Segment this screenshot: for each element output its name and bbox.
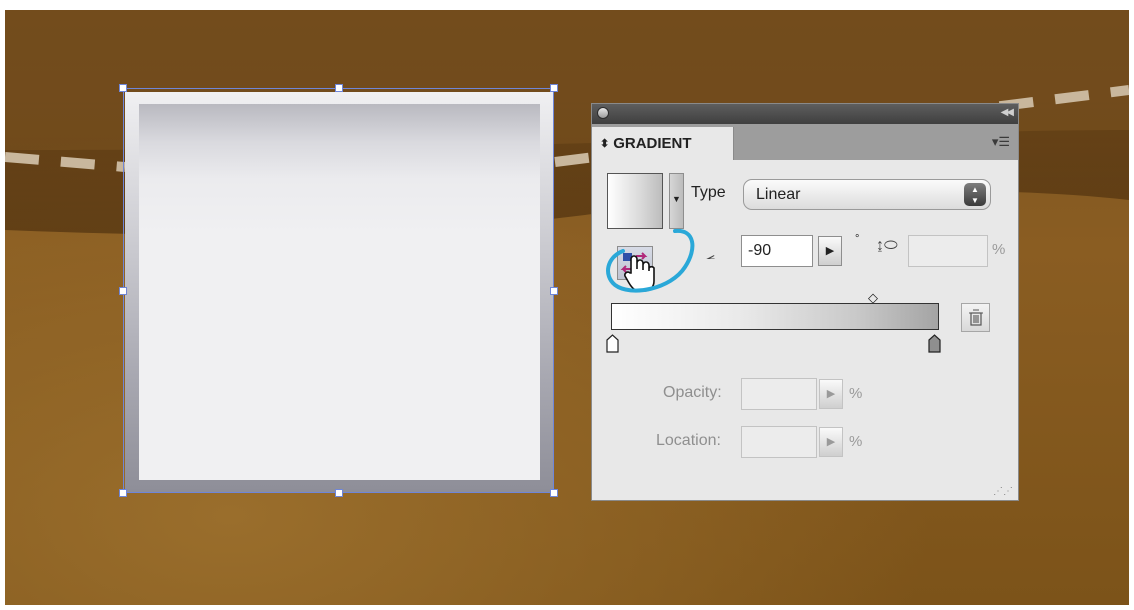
selection-handle-top[interactable] [335, 84, 343, 92]
resize-grip-icon[interactable]: ⋰⋰ [993, 487, 1013, 497]
opacity-percent-symbol: % [849, 385, 863, 402]
updown-arrows-icon: ▲ ▼ [964, 183, 986, 206]
selection-handle-bottom-left[interactable] [119, 489, 127, 497]
selection-handle-left[interactable] [119, 287, 127, 295]
type-select-value: Linear [756, 186, 801, 203]
tab-gradient-label: GRADIENT [613, 135, 692, 152]
selection-handle-bottom[interactable] [335, 489, 343, 497]
angle-value: -90 [748, 242, 772, 259]
gradient-stop-gray[interactable] [928, 334, 941, 353]
updown-icon: ⬍ [600, 138, 610, 150]
gradient-panel: ◀◀ ⬍ GRADIENT ▾☰ ▼ Type Linear ▲ ▼ ⦟ -90 ▶… [591, 103, 1019, 501]
annotation-circle [606, 228, 695, 293]
selection-handle-top-right[interactable] [550, 84, 558, 92]
collapse-icon[interactable]: ◀◀ [1001, 107, 1014, 118]
panel-tab-row: ⬍ GRADIENT ▾☰ [592, 124, 1018, 160]
gradient-stop-white[interactable] [606, 334, 619, 353]
selection-bounding-box[interactable] [123, 88, 554, 493]
opacity-label: Opacity: [663, 384, 722, 401]
aspect-percent-symbol: % [992, 241, 1006, 258]
type-select[interactable]: Linear ▲ ▼ [743, 179, 991, 210]
location-label: Location: [656, 432, 721, 449]
aspect-ratio-icon: ↨⬭ [876, 237, 898, 254]
angle-icon: ⦟ [706, 246, 716, 263]
type-label: Type [691, 184, 726, 201]
location-dropdown-button[interactable]: ▶ [819, 427, 843, 457]
gradient-slider-bar[interactable] [611, 303, 939, 330]
trash-icon [969, 309, 983, 326]
delete-stop-button[interactable] [961, 303, 990, 332]
degree-symbol: ° [855, 233, 860, 245]
close-icon[interactable] [597, 107, 609, 119]
opacity-input[interactable] [741, 378, 817, 410]
angle-input[interactable]: -90 [741, 235, 813, 267]
selection-handle-bottom-right[interactable] [550, 489, 558, 497]
selection-handle-top-left[interactable] [119, 84, 127, 92]
location-percent-symbol: % [849, 433, 863, 450]
selection-handle-right[interactable] [550, 287, 558, 295]
panel-menu-icon[interactable]: ▾☰ [992, 135, 1010, 148]
tab-gradient[interactable]: ⬍ GRADIENT [592, 127, 734, 160]
location-input[interactable] [741, 426, 817, 458]
chevron-down-icon: ▼ [672, 194, 681, 204]
opacity-dropdown-button[interactable]: ▶ [819, 379, 843, 409]
panel-titlebar[interactable]: ◀◀ [592, 104, 1018, 124]
aspect-ratio-input[interactable] [908, 235, 988, 267]
angle-dropdown-button[interactable]: ▶ [818, 236, 842, 266]
